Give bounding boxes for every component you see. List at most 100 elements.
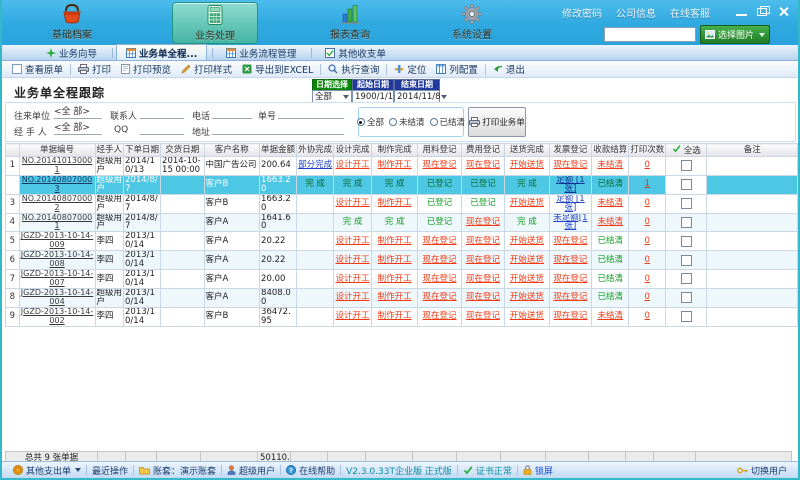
- column-header-10[interactable]: 用料登记: [418, 144, 461, 157]
- column-header-8[interactable]: 设计完成: [334, 144, 372, 157]
- docno-field[interactable]: [278, 107, 344, 119]
- column-header-13[interactable]: 发票登记: [549, 144, 592, 157]
- table-row[interactable]: 7JGZD-2013-10-14-007李四2013/10/14客户A20.00…: [6, 270, 798, 289]
- status-link[interactable]: 设计开工: [336, 255, 370, 265]
- address-field[interactable]: [212, 123, 344, 135]
- column-header-4[interactable]: 交货日期: [161, 144, 204, 157]
- table-row[interactable]: 8JGZD-2013-10-14-004超级用户2013/10/14客户A840…: [6, 288, 798, 307]
- status-link[interactable]: 部分完成: [298, 160, 332, 170]
- status-link[interactable]: 未结清: [597, 311, 623, 321]
- column-header-5[interactable]: 客户名称: [204, 144, 260, 157]
- print-count-link[interactable]: 0: [645, 160, 650, 170]
- partner-field[interactable]: <全 部>: [54, 107, 102, 119]
- status-lock-screen[interactable]: 锁屏: [518, 464, 558, 477]
- column-header-9[interactable]: 制作完成: [372, 144, 418, 157]
- phone-field[interactable]: [212, 107, 252, 119]
- order-id-link[interactable]: JGZD-2013-10-14-007: [21, 270, 93, 287]
- table-row[interactable]: 1NO.201410130001超级用户2014/10/132014-10-15…: [6, 157, 798, 176]
- order-id-link[interactable]: JGZD-2013-10-14-004: [21, 288, 93, 305]
- status-switch-user[interactable]: 切换用户: [732, 464, 792, 477]
- status-link[interactable]: 开始送货: [510, 160, 544, 170]
- nav-item-basic-archives[interactable]: 基础档案: [30, 2, 114, 42]
- status-link[interactable]: 现在登记: [553, 292, 587, 302]
- column-header-14[interactable]: 收款结算: [592, 144, 629, 157]
- column-header-15[interactable]: 打印次数: [629, 144, 666, 157]
- row-checkbox[interactable]: [681, 217, 692, 228]
- image-search-input[interactable]: [604, 27, 696, 42]
- status-link[interactable]: 开始送货: [510, 236, 544, 246]
- status-link[interactable]: 现在登记: [423, 274, 457, 284]
- column-header-1[interactable]: 单据编号: [19, 144, 95, 157]
- radio-1[interactable]: 未结清: [389, 116, 425, 128]
- table-row[interactable]: 2NO.201408070003超级用户2014/8/7客户B1663.20完 …: [6, 175, 798, 194]
- titlebar-link-1[interactable]: 公司信息: [616, 5, 656, 20]
- status-link[interactable]: 现在登记: [466, 311, 500, 321]
- column-header-7[interactable]: 外协完成: [297, 144, 334, 157]
- status-link[interactable]: 现在登记: [466, 217, 500, 227]
- print-count-link[interactable]: 0: [645, 292, 650, 302]
- print-count-link[interactable]: 0: [645, 236, 650, 246]
- column-header-2[interactable]: 经手人: [95, 144, 124, 157]
- status-online-help[interactable]: ?在线帮助: [281, 464, 340, 477]
- status-link[interactable]: 现在登记: [553, 274, 587, 284]
- table-row[interactable]: 3NO.201408070002超级用户2014/8/7客户B1663.20设计…: [6, 194, 798, 213]
- handler-field[interactable]: <全 部>: [54, 123, 102, 135]
- toolbar-print[interactable]: 打印: [73, 62, 116, 76]
- row-checkbox[interactable]: [681, 273, 692, 284]
- toolbar-print-preview[interactable]: 打印预览: [116, 62, 176, 76]
- status-link[interactable]: 现在登记: [423, 160, 457, 170]
- row-checkbox[interactable]: [681, 292, 692, 303]
- choose-image-button[interactable]: 选择图片: [700, 25, 770, 44]
- toolbar-locate[interactable]: 定位: [389, 62, 431, 76]
- status-link[interactable]: 未结清: [597, 198, 623, 208]
- row-checkbox[interactable]: [681, 198, 692, 209]
- status-link[interactable]: 未结清: [597, 217, 623, 227]
- close-icon[interactable]: [777, 6, 790, 17]
- titlebar-link-0[interactable]: 修改密码: [562, 5, 602, 20]
- status-link[interactable]: 开始送货: [510, 255, 544, 265]
- status-account-set[interactable]: 账套：演示账套: [134, 464, 221, 477]
- status-link[interactable]: 未结清: [597, 160, 623, 170]
- order-id-link[interactable]: NO.201408070003: [22, 175, 93, 192]
- status-link[interactable]: 设计开工: [336, 236, 370, 246]
- status-link[interactable]: 现在登记: [553, 236, 587, 246]
- column-header-11[interactable]: 费用登记: [461, 144, 504, 157]
- column-header-6[interactable]: 单据金额: [260, 144, 297, 157]
- status-link[interactable]: 制作开工: [378, 311, 412, 321]
- toolbar-run-query[interactable]: 执行查询: [323, 62, 384, 76]
- nav-item-business-process[interactable]: 业务处理: [172, 2, 258, 44]
- status-link[interactable]: 现在登记: [553, 311, 587, 321]
- status-link[interactable]: 现在登记: [466, 292, 500, 302]
- toolbar-exit[interactable]: 退出: [488, 62, 530, 76]
- minimize-icon[interactable]: [735, 6, 748, 17]
- order-id-link[interactable]: JGZD-2013-10-14-009: [21, 232, 93, 249]
- titlebar-link-2[interactable]: 在线客服: [670, 5, 710, 20]
- status-link[interactable]: 设计开工: [336, 198, 370, 208]
- table-row[interactable]: 4NO.201408070001超级用户2014/8/7客户A1641.60完 …: [6, 213, 798, 232]
- status-link[interactable]: 设计开工: [336, 274, 370, 284]
- row-checkbox[interactable]: [681, 236, 692, 247]
- tab-flow-management[interactable]: 业务流程管理: [216, 44, 306, 60]
- print-count-link[interactable]: 0: [645, 255, 650, 265]
- status-link[interactable]: 制作开工: [378, 292, 412, 302]
- order-id-link[interactable]: NO.201410130001: [22, 157, 93, 174]
- table-row[interactable]: 9JGZD-2013-10-14-002李四2013/10/14客户B36472…: [6, 307, 798, 326]
- status-link[interactable]: 设计开工: [336, 292, 370, 302]
- table-row[interactable]: 5JGZD-2013-10-14-009李四2013/10/14客户A20.22…: [6, 232, 798, 251]
- table-row[interactable]: 6JGZD-2013-10-14-008李四2013/10/14客户A20.22…: [6, 251, 798, 270]
- order-id-link[interactable]: JGZD-2013-10-14-002: [21, 307, 93, 324]
- qq-field[interactable]: [140, 123, 184, 135]
- radio-0[interactable]: 全部: [357, 116, 384, 128]
- status-link[interactable]: 现在登记: [466, 160, 500, 170]
- toolbar-print-style[interactable]: 打印样式: [176, 62, 237, 76]
- status-link[interactable]: 现在登记: [423, 292, 457, 302]
- status-link[interactable]: 足额 [1张]: [556, 175, 584, 193]
- status-link[interactable]: 未足额[1张]: [553, 213, 587, 231]
- column-header-0[interactable]: [6, 144, 20, 157]
- row-checkbox[interactable]: [681, 311, 692, 322]
- toolbar-view-original[interactable]: 查看原单: [7, 62, 68, 76]
- toolbar-export-excel[interactable]: 导出到EXCEL: [237, 62, 318, 76]
- print-order-button[interactable]: 打印业务单: [468, 107, 526, 137]
- tab-business-wizard[interactable]: 业务向导: [36, 44, 107, 60]
- row-checkbox[interactable]: [681, 255, 692, 266]
